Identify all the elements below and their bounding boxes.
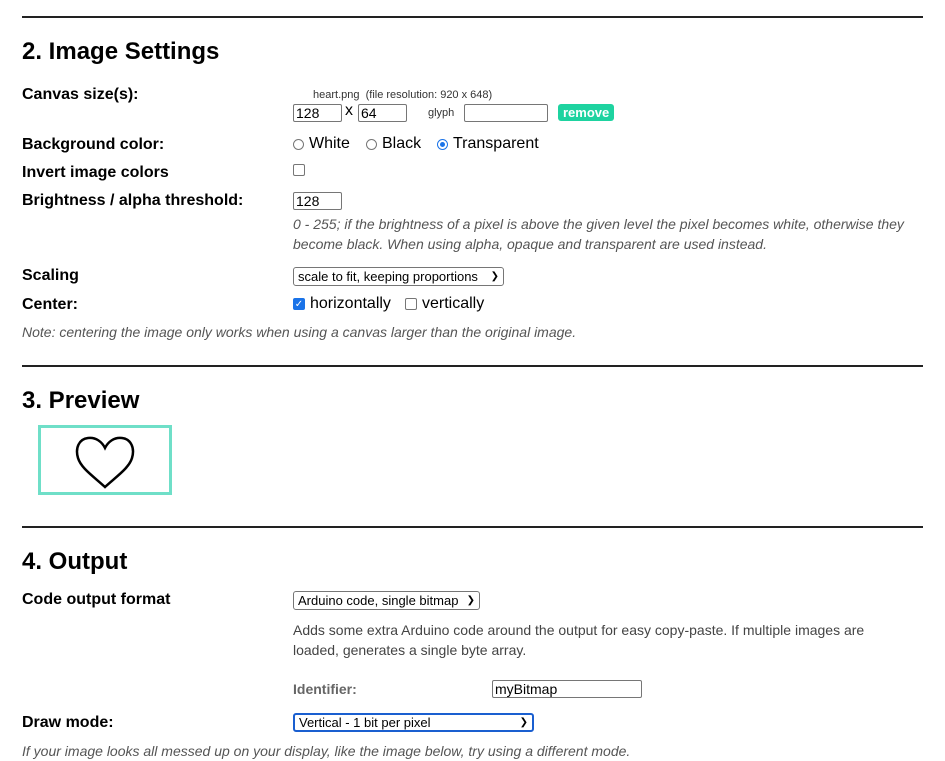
threshold-label: Brightness / alpha threshold: <box>22 192 244 209</box>
chevron-down-icon: ❯ <box>490 271 499 282</box>
file-resolution: (file resolution: 920 x 648) <box>365 89 493 101</box>
canvas-size-label: Canvas size(s): <box>22 86 139 103</box>
divider <box>22 16 923 18</box>
background-color-label: Background color: <box>22 136 165 153</box>
bg-option-label: Transparent <box>453 135 539 152</box>
heart-icon <box>75 436 135 489</box>
draw-mode-value: Vertical - 1 bit per pixel <box>299 715 431 730</box>
code-format-select[interactable]: Arduino code, single bitmap ❯ <box>293 591 480 610</box>
center-horizontally[interactable]: ✓ horizontally <box>293 295 391 313</box>
identifier-input[interactable] <box>492 680 642 698</box>
canvas-height-input[interactable] <box>358 104 407 122</box>
checkmark-icon[interactable]: ✓ <box>293 298 305 310</box>
code-format-note: Adds some extra Arduino code around the … <box>293 622 865 658</box>
identifier-label: Identifier: <box>293 681 357 697</box>
file-name: heart.png <box>313 89 360 101</box>
draw-mode-label: Draw mode: <box>22 714 114 731</box>
glyph-label: glyph <box>428 107 455 119</box>
chevron-down-icon: ❯ <box>466 595 475 606</box>
canvas-width-input[interactable] <box>293 104 342 122</box>
section-title-output: 4. Output <box>22 548 128 575</box>
center-vertically[interactable]: vertically <box>405 295 484 313</box>
bg-option-label: Black <box>382 135 422 152</box>
radio-white[interactable] <box>293 138 304 150</box>
scaling-label: Scaling <box>22 267 79 284</box>
radio-transparent[interactable] <box>437 138 448 150</box>
invert-colors-checkbox[interactable] <box>293 164 305 176</box>
divider <box>22 365 923 367</box>
center-v-label: vertically <box>422 295 485 312</box>
scaling-select[interactable]: scale to fit, keeping proportions ❯ <box>293 267 504 286</box>
glyph-input[interactable] <box>464 104 548 122</box>
remove-button[interactable]: remove <box>558 104 615 121</box>
threshold-input[interactable] <box>293 192 342 210</box>
x-label: x <box>345 102 353 119</box>
invert-colors-wrap[interactable] <box>293 164 310 176</box>
bg-option-black[interactable]: Black <box>366 135 421 153</box>
scaling-value: scale to fit, keeping proportions <box>298 269 478 284</box>
preview-canvas <box>38 425 172 495</box>
radio-black[interactable] <box>366 138 377 150</box>
draw-mode-select[interactable]: Vertical - 1 bit per pixel ❯ <box>293 713 534 732</box>
divider <box>22 526 923 528</box>
threshold-note: 0 - 255; if the brightness of a pixel is… <box>293 216 904 252</box>
center-note: Note: centering the image only works whe… <box>22 324 577 340</box>
file-info: heart.png (file resolution: 920 x 648) <box>313 89 492 101</box>
code-format-value: Arduino code, single bitmap <box>298 593 459 608</box>
chevron-down-icon: ❯ <box>519 717 528 728</box>
checkbox-vertically[interactable] <box>405 298 417 310</box>
bg-option-transparent[interactable]: Transparent <box>437 135 539 153</box>
invert-colors-label: Invert image colors <box>22 164 169 181</box>
section-title-image-settings: 2. Image Settings <box>22 38 220 65</box>
bg-option-white[interactable]: White <box>293 135 350 153</box>
section-title-preview: 3. Preview <box>22 387 140 414</box>
code-format-label: Code output format <box>22 591 171 608</box>
bg-option-label: White <box>309 135 350 152</box>
center-label: Center: <box>22 296 79 313</box>
center-h-label: horizontally <box>310 295 391 312</box>
draw-mode-note: If your image looks all messed up on you… <box>22 743 631 759</box>
